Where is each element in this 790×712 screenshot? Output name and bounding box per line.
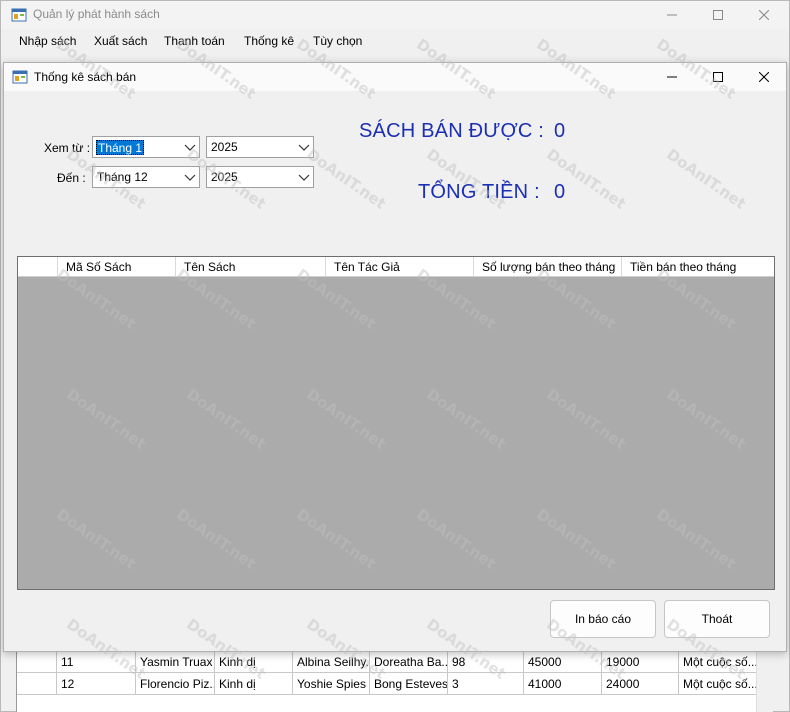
table-row[interactable] [17, 695, 756, 712]
sales-stats-grid[interactable]: Mã Số Sách Tên Sách Tên Tác Giả Số lượng… [17, 256, 775, 590]
grid-cell: Bong Esteves [370, 673, 448, 695]
grid-cell: 3 [448, 673, 524, 695]
maximize-icon [713, 10, 723, 20]
print-report-button[interactable]: In báo cáo [550, 600, 656, 638]
parent-window-title: Quản lý phát hành sách [33, 7, 160, 21]
grid-cell: Florencio Piz... [136, 673, 215, 695]
grid-cell: 45000 [524, 651, 602, 673]
child-maximize-button[interactable] [695, 63, 741, 91]
grid-cell: 98 [448, 651, 524, 673]
total-amount-label: TỔNG TIỀN : [418, 181, 540, 203]
parent-minimize-button[interactable] [649, 1, 695, 29]
row-header-cell [17, 673, 57, 695]
menu-nhap-sach[interactable]: Nhập sách [13, 34, 82, 48]
table-row[interactable]: 12 Florencio Piz... Kinh dị Yoshie Spies… [17, 673, 756, 695]
app-form-icon [11, 8, 27, 22]
column-header[interactable]: Tên Tác Giả [326, 257, 474, 277]
grid-cell: 19000 [602, 651, 679, 673]
maximize-icon [713, 72, 723, 82]
thong-ke-window: Thống kê sách bán Xem từ : Đến : Tháng 1… [3, 62, 787, 652]
row-header-corner [18, 257, 58, 277]
total-amount-value: 0 [554, 181, 566, 203]
grid-cell: Yoshie Spies [293, 673, 370, 695]
main-menubar: Nhập sách Xuất sách Thanh toán Thống kê … [1, 31, 789, 53]
grid-cell: 11 [57, 651, 136, 673]
grid-cell: 12 [57, 673, 136, 695]
from-year-value: 2025 [211, 140, 238, 154]
parent-data-grid[interactable]: 11 Yasmin Truax Kinh dị Albina Seilhy...… [16, 650, 756, 712]
from-month-value: Tháng 1 [96, 140, 145, 155]
to-label: Đến : [57, 171, 86, 185]
menu-thong-ke[interactable]: Thống kê [238, 34, 300, 48]
exit-button[interactable]: Thoát [664, 600, 770, 638]
from-label: Xem từ : [44, 141, 91, 155]
parent-close-button[interactable] [741, 1, 787, 29]
chevron-down-icon [298, 144, 310, 151]
to-year-value: 2025 [211, 170, 238, 184]
to-month-value: Tháng 12 [97, 170, 148, 184]
column-header[interactable]: Tên Sách [176, 257, 326, 277]
grid-cell: 41000 [524, 673, 602, 695]
menu-xuat-sach[interactable]: Xuất sách [88, 34, 153, 48]
close-icon [759, 72, 769, 82]
sold-count-label: SÁCH BÁN ĐƯỢC : [359, 120, 545, 142]
chevron-down-icon [298, 174, 310, 181]
grid-cell: Yasmin Truax [136, 651, 215, 673]
chevron-down-icon [184, 174, 196, 181]
menu-thanh-toan[interactable]: Thanh toán [158, 34, 231, 48]
column-header[interactable]: Mã Số Sách [58, 257, 176, 277]
from-month-select[interactable]: Tháng 1 [92, 136, 200, 158]
child-close-button[interactable] [741, 63, 787, 91]
child-window-title: Thống kê sách bán [34, 70, 137, 84]
grid-cell: Albina Seilhy... [293, 651, 370, 673]
child-minimize-button[interactable] [649, 63, 695, 91]
chevron-down-icon [184, 144, 196, 151]
parent-maximize-button[interactable] [695, 1, 741, 29]
to-month-select[interactable]: Tháng 12 [92, 166, 200, 188]
menu-tuy-chon[interactable]: Tùy chọn [307, 34, 368, 48]
from-year-select[interactable]: 2025 [206, 136, 314, 158]
parent-grid-scrollbar[interactable] [756, 650, 773, 712]
grid-cell: Kinh dị [215, 651, 293, 673]
to-year-select[interactable]: 2025 [206, 166, 314, 188]
column-header[interactable]: Số lượng bán theo tháng [474, 257, 622, 277]
row-header-cell [17, 651, 57, 673]
column-header[interactable]: Tiền bán theo tháng [622, 257, 774, 277]
grid-cell: Doreatha Ba... [370, 651, 448, 673]
grid-cell: Một cuộc số... [679, 651, 756, 673]
grid-cell: Kinh dị [215, 673, 293, 695]
parent-titlebar: Quản lý phát hành sách [1, 1, 789, 29]
grid-cell: Một cuộc số... [679, 673, 756, 695]
minimize-icon [667, 14, 677, 16]
grid-header-row: Mã Số Sách Tên Sách Tên Tác Giả Số lượng… [18, 257, 774, 277]
sold-count-value: 0 [554, 120, 566, 142]
form-icon [12, 70, 28, 84]
child-titlebar: Thống kê sách bán [4, 63, 786, 91]
close-icon [759, 10, 769, 20]
table-row[interactable]: 11 Yasmin Truax Kinh dị Albina Seilhy...… [17, 651, 756, 673]
grid-cell: 24000 [602, 673, 679, 695]
minimize-icon [667, 76, 677, 78]
